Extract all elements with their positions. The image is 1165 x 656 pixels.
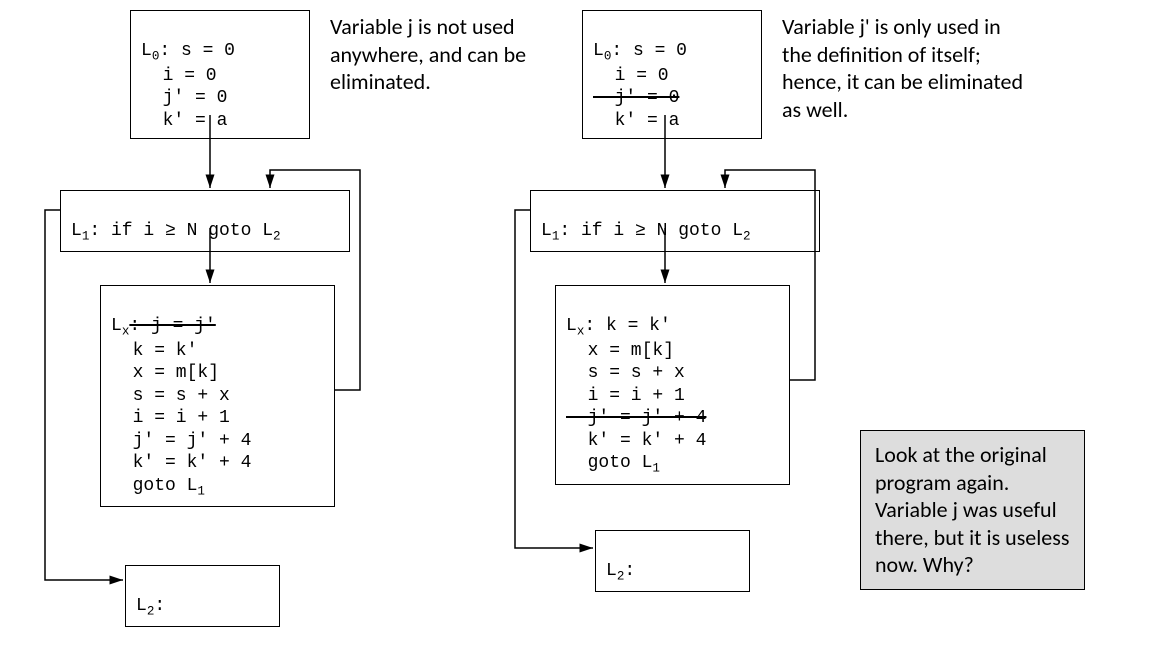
label: L0 (593, 41, 611, 61)
code-line: k' = a (141, 111, 227, 131)
block-left-L2: L2: (125, 565, 280, 627)
label: L2 (606, 561, 624, 581)
label: L2 (136, 596, 154, 616)
code-line-struck: j' = j' + 4 (566, 408, 706, 428)
label: Lx (566, 316, 584, 336)
code-line: j' = 0 (141, 88, 227, 108)
code-lines: x = m[k] s = s + x i = i + 1 (566, 341, 685, 406)
block-right-L0: L0: s = 0 i = 0 j' = 0 k' = a (582, 10, 762, 139)
block-left-L0: L0: s = 0 i = 0 j' = 0 k' = a (130, 10, 310, 139)
code-line-struck: j' = 0 (593, 88, 679, 108)
block-right-L1: L1: if i ≥ N goto L2 (530, 190, 820, 252)
code-line: k' = a (593, 111, 679, 131)
code-line-struck: : j = j' (129, 316, 215, 336)
label: L1 (71, 221, 89, 241)
code-line: i = 0 (593, 66, 669, 86)
label: L0 (141, 41, 159, 61)
code-lines: k = k' x = m[k] s = s + x i = i + 1 j' =… (111, 341, 251, 496)
block-left-Lx: Lx: j = j' k = k' x = m[k] s = s + x i =… (100, 285, 335, 507)
code-lines-end: k' = k' + 4 goto L (566, 431, 706, 474)
label: Lx (111, 316, 129, 336)
block-right-Lx: Lx: k = k' x = m[k] s = s + x i = i + 1 … (555, 285, 790, 485)
caption-right: Variable j' is only used in the definiti… (782, 13, 1027, 123)
block-right-L2: L2: (595, 530, 750, 592)
code-line: i = 0 (141, 66, 217, 86)
note-box: Look at the original program again. Vari… (860, 430, 1085, 590)
block-left-L1: L1: if i ≥ N goto L2 (60, 190, 350, 252)
label: L1 (541, 221, 559, 241)
caption-left: Variable j is not used anywhere, and can… (330, 13, 545, 96)
